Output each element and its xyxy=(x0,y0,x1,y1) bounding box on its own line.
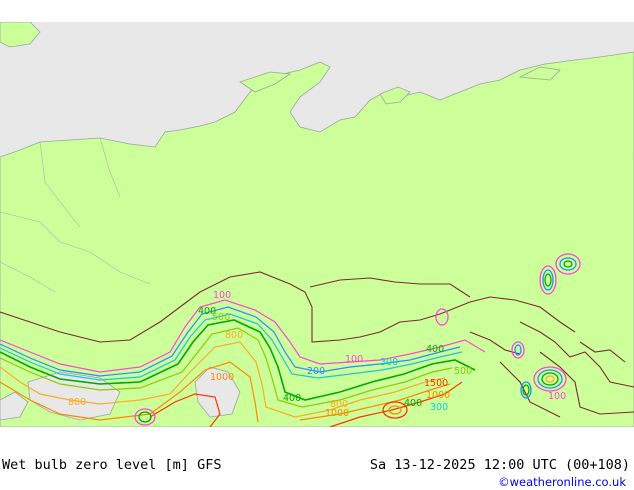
contour-label: 500 xyxy=(454,366,472,377)
contour-label: 800 xyxy=(225,330,243,341)
contour-label: 100 xyxy=(345,354,363,365)
contour-label: 200 xyxy=(307,366,325,377)
contour-label: 1000 xyxy=(325,408,349,419)
map-footer: Wet bulb zero level [m] GFS Sa 13-12-202… xyxy=(0,427,634,490)
map-title: Wet bulb zero level [m] GFS xyxy=(2,457,222,473)
contour-label: 300 xyxy=(380,357,398,368)
contour-label: 1000 xyxy=(210,372,234,383)
contour-label: 400 xyxy=(426,344,444,355)
contour-label: 500 xyxy=(212,312,230,323)
contour-label: 400 xyxy=(404,398,422,409)
contour-label: 400 xyxy=(283,393,301,404)
contour-label: 100 xyxy=(213,290,231,301)
contour-label: 1000 xyxy=(426,390,450,401)
forecast-datetime: Sa 13-12-2025 12:00 UTC (00+108) xyxy=(369,457,630,473)
contour-label: 100 xyxy=(548,391,566,402)
contour-label: 1500 xyxy=(424,378,448,389)
weather-map: 100 100 100 200 300 400 400 400 500 800 … xyxy=(0,22,634,427)
contour-label: 300 xyxy=(430,402,448,413)
contour-label: 800 xyxy=(68,397,86,408)
credit-link[interactable]: ©weatheronline.co.uk xyxy=(498,475,626,489)
